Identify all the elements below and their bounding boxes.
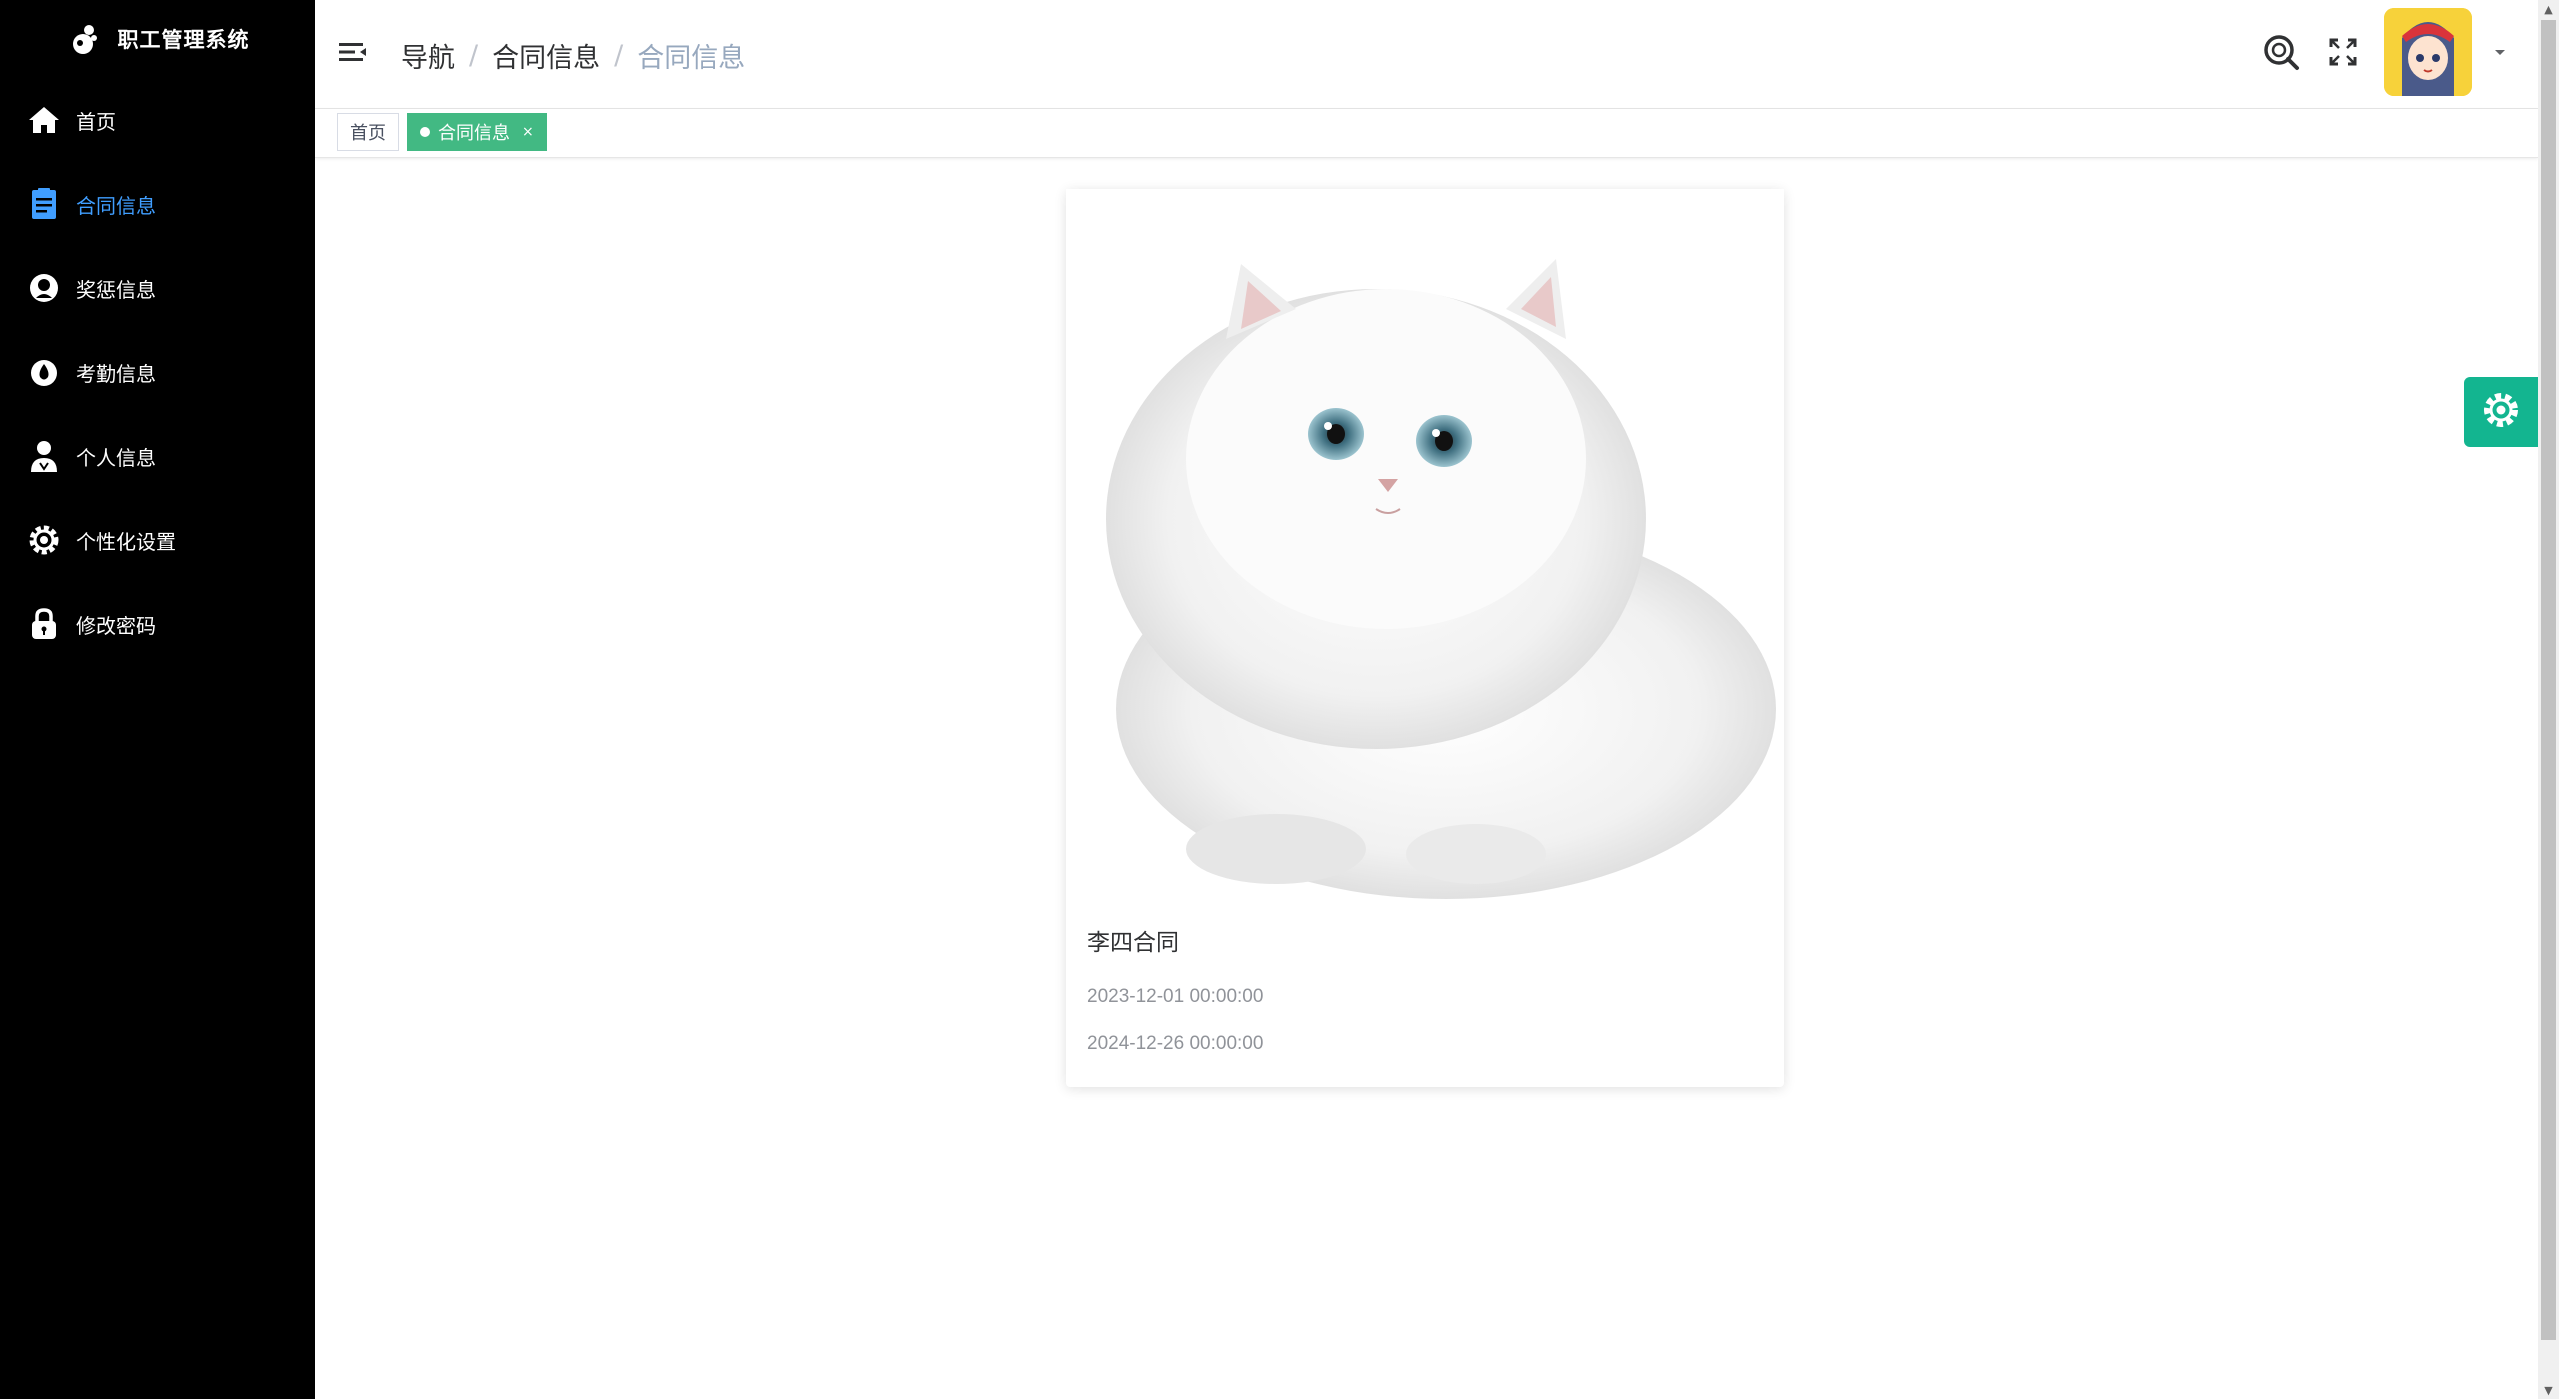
avatar[interactable] bbox=[2384, 8, 2472, 96]
close-icon[interactable]: × bbox=[522, 124, 534, 140]
contract-image[interactable] bbox=[1066, 189, 1784, 901]
sidebar-item-contract[interactable]: 合同信息 bbox=[0, 162, 315, 246]
scroll-up-icon[interactable]: ▲ bbox=[2538, 0, 2559, 18]
sidebar-item-home[interactable]: 首页 bbox=[0, 78, 315, 162]
document-icon bbox=[26, 186, 62, 222]
tag-label: 首页 bbox=[350, 123, 386, 144]
sidebar-item-label: 修改密码 bbox=[76, 613, 156, 638]
contract-end-date: 2024-12-26 00:00:00 bbox=[1087, 1033, 1264, 1054]
tags-view: 首页 合同信息 × bbox=[315, 109, 2538, 158]
chevron-down-icon[interactable] bbox=[2492, 44, 2508, 60]
header-actions bbox=[2260, 8, 2508, 96]
sidebar-item-attendance[interactable]: 考勤信息 bbox=[0, 330, 315, 414]
breadcrumb-separator: / bbox=[614, 40, 624, 71]
drop-icon bbox=[26, 354, 62, 390]
gear-icon bbox=[26, 522, 62, 558]
sidebar-item-personalize[interactable]: 个性化设置 bbox=[0, 498, 315, 582]
sidebar-item-label: 个人信息 bbox=[76, 445, 156, 470]
search-icon[interactable] bbox=[2260, 31, 2302, 73]
breadcrumb-item-current: 合同信息 bbox=[637, 43, 746, 74]
theme-settings-button[interactable] bbox=[2464, 377, 2538, 447]
sidebar-item-password[interactable]: 修改密码 bbox=[0, 582, 315, 666]
breadcrumb: 导航 / 合同信息 / 合同信息 bbox=[401, 36, 745, 75]
breadcrumb-separator: / bbox=[469, 40, 479, 71]
logo-icon bbox=[66, 21, 102, 57]
sidebar-menu: 首页 合同信息 奖惩信息 考勤信息 个人信息 个性化设置 修改密码 bbox=[0, 78, 315, 666]
top-navbar: 导航 / 合同信息 / 合同信息 bbox=[315, 0, 2538, 109]
home-icon bbox=[26, 102, 62, 138]
sidebar-item-label: 考勤信息 bbox=[76, 361, 156, 386]
fullscreen-icon[interactable] bbox=[2322, 31, 2364, 73]
page-scrollbar[interactable]: ▲ ▼ bbox=[2538, 0, 2559, 1399]
sidebar-item-profile[interactable]: 个人信息 bbox=[0, 414, 315, 498]
breadcrumb-item-nav[interactable]: 导航 bbox=[401, 36, 455, 75]
award-icon bbox=[26, 270, 62, 306]
contract-start-date: 2023-12-01 00:00:00 bbox=[1087, 986, 1264, 1007]
lock-icon bbox=[26, 606, 62, 642]
tag-contract[interactable]: 合同信息 × bbox=[407, 113, 547, 151]
scrollbar-thumb[interactable] bbox=[2541, 20, 2556, 1340]
app-title: 职工管理系统 bbox=[117, 28, 250, 52]
gear-icon bbox=[2481, 390, 2521, 434]
brand: 职工管理系统 bbox=[0, 0, 315, 78]
breadcrumb-item-contract[interactable]: 合同信息 bbox=[492, 36, 600, 75]
sidebar-item-label: 首页 bbox=[76, 109, 116, 134]
contract-name: 李四合同 bbox=[1087, 930, 1179, 956]
tag-active-dot bbox=[420, 127, 430, 137]
sidebar-item-label: 合同信息 bbox=[76, 193, 156, 218]
sidebar: 职工管理系统 首页 合同信息 奖惩信息 考勤信息 个人信息 个性化设置 修改密码 bbox=[0, 0, 315, 1399]
sidebar-item-label: 个性化设置 bbox=[76, 529, 176, 554]
scroll-down-icon[interactable]: ▼ bbox=[2538, 1381, 2559, 1399]
user-icon bbox=[26, 438, 62, 474]
tag-home[interactable]: 首页 bbox=[337, 113, 399, 151]
menu-toggle-icon[interactable] bbox=[339, 40, 371, 72]
sidebar-item-rewards[interactable]: 奖惩信息 bbox=[0, 246, 315, 330]
tag-label: 合同信息 bbox=[438, 123, 510, 144]
contract-card[interactable]: 李四合同 2023-12-01 00:00:00 2024-12-26 00:0… bbox=[1066, 189, 1784, 1087]
sidebar-item-label: 奖惩信息 bbox=[76, 277, 156, 302]
